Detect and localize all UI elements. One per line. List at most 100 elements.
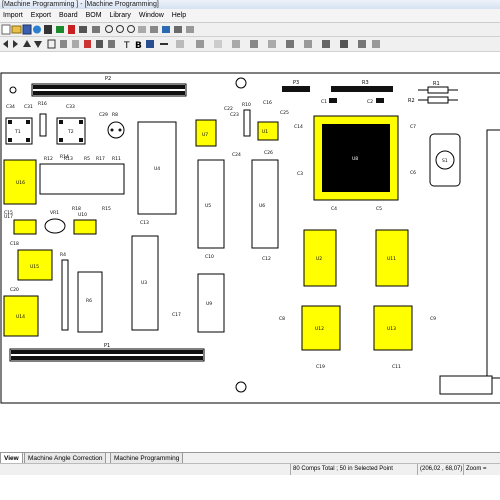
menu-help[interactable]: Help <box>169 9 189 22</box>
label-c17: C17 <box>172 312 181 318</box>
arrow-left-icon[interactable] <box>3 40 8 48</box>
move-icon[interactable] <box>60 40 67 48</box>
nozzle-icon[interactable] <box>358 40 366 48</box>
resistor-r16[interactable] <box>39 113 47 137</box>
text-icon[interactable]: T <box>123 41 130 51</box>
label-s1: S1 <box>442 158 448 164</box>
label-c18: C18 <box>10 241 19 247</box>
label-r15: R15 <box>102 206 111 212</box>
group-icon[interactable] <box>196 40 204 48</box>
label-r16: R16 <box>38 101 47 107</box>
pointer-icon[interactable] <box>68 25 75 34</box>
select-icon[interactable] <box>47 39 56 49</box>
label-r13: R13 <box>64 156 73 162</box>
snap-icon[interactable] <box>268 40 276 48</box>
menu-library[interactable]: Library <box>107 9 134 22</box>
connector-p1[interactable] <box>9 348 205 362</box>
ic-u10[interactable] <box>73 219 97 235</box>
copy-icon[interactable] <box>72 40 79 48</box>
resistor-r4[interactable] <box>61 259 69 331</box>
label-u9: U9 <box>206 301 212 307</box>
resistor-bank[interactable] <box>39 163 125 195</box>
table-icon[interactable] <box>146 40 154 48</box>
align-icon[interactable] <box>150 26 158 33</box>
list-icon[interactable] <box>92 26 100 33</box>
measure-icon[interactable] <box>108 40 115 48</box>
delete-icon[interactable] <box>84 40 91 48</box>
label-u17: U17 <box>4 214 13 220</box>
label-r2: R2 <box>408 98 415 104</box>
new-file-icon[interactable] <box>1 24 11 35</box>
save-icon[interactable] <box>22 24 32 35</box>
label-r11: R11 <box>112 156 121 162</box>
label-c3: C3 <box>297 171 303 177</box>
label-r18: R18 <box>72 206 81 212</box>
label-t2: T2 <box>67 129 74 135</box>
resistor-r10[interactable] <box>243 109 251 137</box>
label-t1: T1 <box>14 129 21 135</box>
hatch-icon[interactable] <box>214 40 222 48</box>
window-title: [Machine Programming ] - [Machine Progra… <box>2 1 159 8</box>
menu-bom[interactable]: BOM <box>83 9 105 22</box>
panel-icon[interactable] <box>322 40 330 48</box>
feeder-icon[interactable] <box>340 40 348 48</box>
connector-p3[interactable] <box>282 86 310 92</box>
chip-icon[interactable] <box>79 26 87 33</box>
camera-icon[interactable] <box>372 40 380 48</box>
arrow-down-icon[interactable] <box>34 41 42 48</box>
pan-icon[interactable] <box>138 26 146 33</box>
menu-board[interactable]: Board <box>56 9 81 22</box>
pcb-board[interactable]: P2 P1 P3 R3 R1 R2 C1 C2 T1 T2 C34 C31 R1… <box>0 52 500 452</box>
main-toolbar-icons <box>1 24 194 35</box>
label-p2: P2 <box>105 76 111 82</box>
layer-icon[interactable] <box>250 40 258 48</box>
component-icon[interactable] <box>56 26 64 33</box>
label-u7: U7 <box>202 132 208 138</box>
capacitor-c2[interactable] <box>376 98 384 103</box>
settings-icon[interactable] <box>186 26 194 33</box>
mark-icon[interactable] <box>96 40 103 48</box>
arrow-right-icon[interactable] <box>13 40 18 48</box>
zoom-out-icon[interactable] <box>116 25 124 33</box>
label-u12: U12 <box>315 326 324 332</box>
label-c13: C13 <box>140 220 149 226</box>
label-r1: R1 <box>433 81 440 87</box>
fiducial-icon[interactable] <box>304 40 312 48</box>
connector-p2[interactable] <box>31 83 187 97</box>
resistor-network-r3[interactable] <box>331 86 393 92</box>
ic-u17[interactable] <box>13 219 37 235</box>
zoom-fit-icon[interactable] <box>127 25 135 33</box>
label-c14: C14 <box>294 124 303 130</box>
status-comps: 80 Comps Total ; 50 in Selected Point <box>290 464 395 475</box>
bold-icon[interactable]: B <box>135 41 142 51</box>
trimmer-vr1[interactable] <box>44 218 66 234</box>
open-folder-icon[interactable] <box>11 25 22 34</box>
arrow-up-icon[interactable] <box>23 40 31 47</box>
label-u13: U13 <box>387 326 396 332</box>
rotate-icon[interactable] <box>162 26 170 33</box>
svg-text:B: B <box>135 41 142 51</box>
menu-export[interactable]: Export <box>28 9 54 22</box>
capacitor-c1[interactable] <box>329 98 337 103</box>
label-u16: U16 <box>16 180 25 186</box>
pattern-icon[interactable] <box>176 40 184 48</box>
globe-icon[interactable] <box>33 25 41 34</box>
mirror-icon[interactable] <box>174 26 182 33</box>
board-canvas[interactable]: P2 P1 P3 R3 R1 R2 C1 C2 T1 T2 C34 C31 R1… <box>0 52 500 452</box>
zoom-in-icon[interactable] <box>105 25 113 33</box>
menu-import[interactable]: Import <box>0 9 26 22</box>
label-c31: C31 <box>24 104 33 110</box>
origin-icon[interactable] <box>286 40 294 48</box>
label-c1: C1 <box>321 99 327 105</box>
crystal-r8[interactable] <box>107 121 125 139</box>
grid-icon[interactable] <box>44 25 52 34</box>
dots-icon[interactable] <box>232 40 240 48</box>
svg-text:T: T <box>123 41 130 51</box>
menu-window[interactable]: Window <box>136 9 167 22</box>
dash-icon[interactable] <box>160 43 168 45</box>
label-c12: C12 <box>262 256 271 262</box>
label-c19: C19 <box>316 364 325 370</box>
mounting-hole <box>235 77 247 89</box>
label-u14: U14 <box>16 314 25 320</box>
label-u11: U11 <box>387 256 396 262</box>
